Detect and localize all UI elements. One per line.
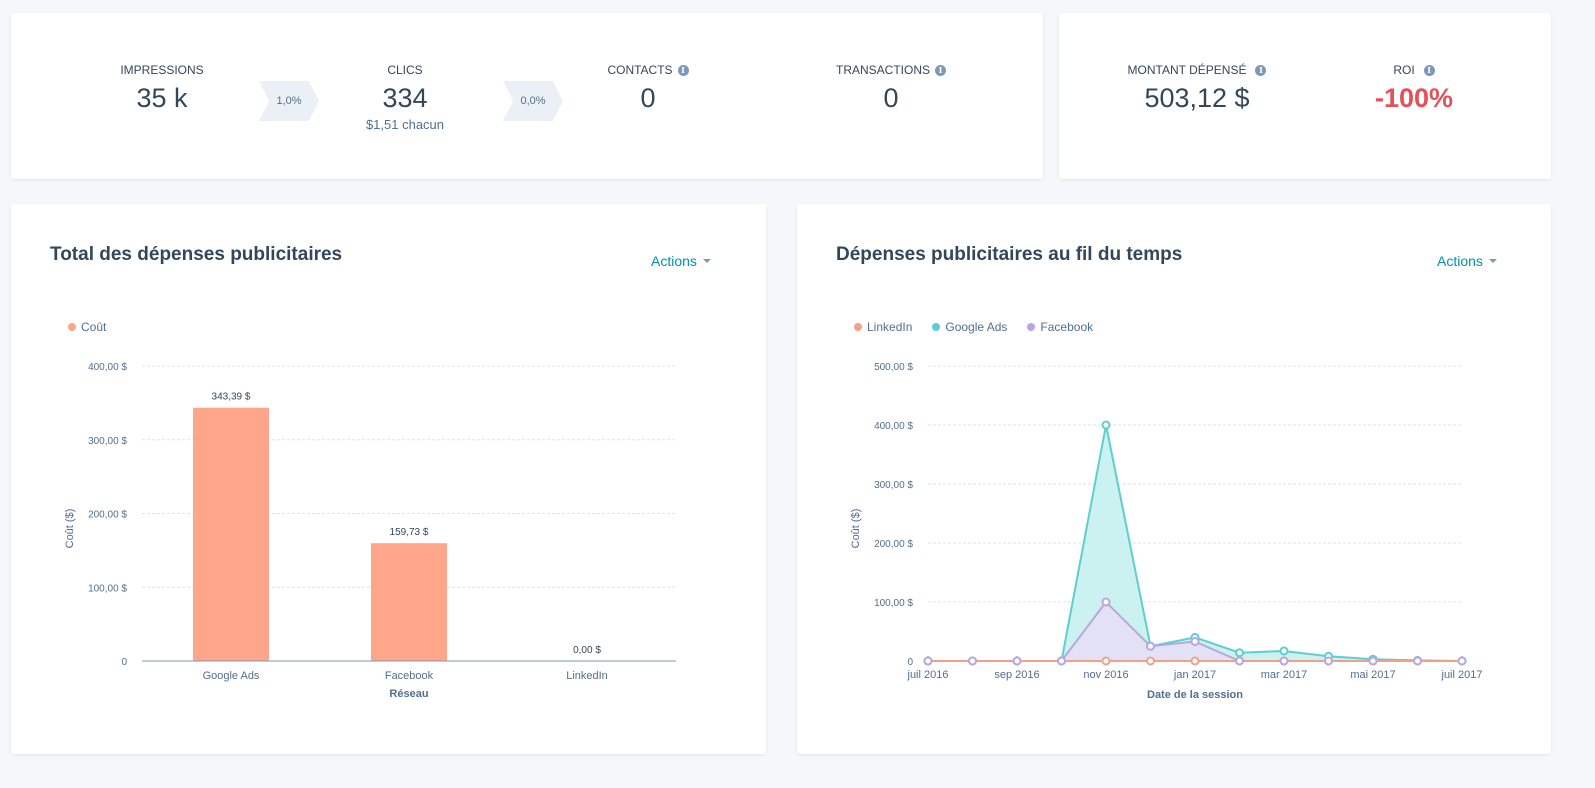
data-point bbox=[923, 656, 933, 666]
y-tick-label: 0 bbox=[121, 657, 127, 668]
y-tick-label: 500,00 $ bbox=[874, 362, 913, 373]
data-point bbox=[1279, 646, 1289, 656]
kpi-funnel-card: IMPRESSIONS 35 k 1,0% CLICS 334 $1,51 ch… bbox=[11, 13, 1043, 179]
x-tick-label: jan 2017 bbox=[1173, 669, 1216, 681]
data-point bbox=[1324, 656, 1333, 666]
bar-chart-card: Total des dépenses publicitaires Actions… bbox=[11, 204, 766, 754]
data-point bbox=[1101, 656, 1111, 666]
y-axis-title: Coût ($) bbox=[850, 509, 862, 549]
kpi-spent: MONTANT DÉPENSÉ i 503,12 $ bbox=[1097, 61, 1297, 113]
info-icon[interactable]: i bbox=[935, 64, 946, 76]
data-point bbox=[1146, 656, 1155, 666]
y-tick-label: 100,00 $ bbox=[874, 598, 913, 609]
conversion-rate-label: 1,0% bbox=[276, 95, 302, 107]
data-point bbox=[1235, 656, 1244, 666]
conversion-rate-label: 0,0% bbox=[520, 95, 546, 107]
bar-data-label: 0,00 $ bbox=[573, 645, 601, 656]
y-tick-label: 300,00 $ bbox=[88, 436, 127, 447]
kpi-spent-label-wrap: MONTANT DÉPENSÉ i bbox=[1128, 63, 1267, 77]
y-tick-label: 200,00 $ bbox=[88, 510, 127, 521]
x-axis-title: Date de la session bbox=[1147, 689, 1243, 701]
x-tick-label: Facebook bbox=[385, 670, 434, 682]
kpi-transactions-label-wrap: TRANSACTIONS i bbox=[836, 63, 946, 77]
area-chart: 0 100,00 $ 200,00 $ 300,00 $ 400,00 $ 500,00 … bbox=[850, 362, 1483, 701]
kpi-contacts: CONTACTS i 0 bbox=[548, 61, 748, 113]
data-point bbox=[1368, 656, 1378, 666]
x-axis-title: Réseau bbox=[389, 688, 428, 700]
bar bbox=[371, 543, 447, 661]
data-point bbox=[1190, 637, 1200, 647]
data-point bbox=[1146, 641, 1155, 651]
info-icon[interactable]: i bbox=[1255, 64, 1267, 76]
data-point bbox=[1235, 648, 1244, 658]
kpi-roi-label-wrap: ROI i bbox=[1393, 63, 1435, 77]
bar bbox=[193, 407, 269, 661]
kpi-roi-label: ROI bbox=[1393, 63, 1415, 77]
info-icon[interactable]: i bbox=[677, 64, 689, 76]
x-tick-label: sep 2016 bbox=[994, 669, 1039, 681]
x-tick-label: juil 2016 bbox=[907, 669, 949, 681]
kpi-clics: CLICS 334 $1,51 chacun bbox=[305, 61, 505, 132]
area-facebook bbox=[928, 602, 1462, 661]
bar-data-label: 159,73 $ bbox=[390, 527, 429, 538]
data-point bbox=[968, 656, 977, 666]
kpi-contacts-label: CONTACTS bbox=[607, 63, 673, 77]
data-point bbox=[1279, 656, 1289, 666]
kpi-transactions-value: 0 bbox=[883, 83, 899, 113]
kpi-clics-label: CLICS bbox=[387, 63, 423, 77]
x-tick-label: mar 2017 bbox=[1261, 669, 1307, 681]
data-point bbox=[1413, 656, 1422, 666]
data-point bbox=[1101, 420, 1111, 430]
data-point bbox=[1190, 656, 1200, 666]
x-tick-label: LinkedIn bbox=[566, 670, 608, 682]
kpi-spent-label: MONTANT DÉPENSÉ bbox=[1127, 63, 1247, 77]
kpi-contacts-value: 0 bbox=[640, 83, 656, 113]
kpi-transactions: TRANSACTIONS i 0 bbox=[791, 61, 991, 113]
y-tick-label: 100,00 $ bbox=[88, 583, 127, 594]
y-tick-label: 0 bbox=[907, 657, 913, 668]
y-tick-label: 400,00 $ bbox=[88, 362, 127, 373]
data-point bbox=[1457, 656, 1467, 666]
kpi-transactions-label: TRANSACTIONS bbox=[835, 63, 930, 77]
kpi-roi: ROI i -100% bbox=[1314, 61, 1514, 113]
bar-data-label: 343,39 $ bbox=[212, 392, 251, 403]
kpi-impressions-value: 35 k bbox=[136, 83, 188, 113]
kpi-clics-cost-per: $1,51 chacun bbox=[365, 117, 445, 132]
kpi-impressions: IMPRESSIONS 35 k bbox=[62, 61, 262, 113]
bar-chart: 0 100,00 $ 200,00 $ 300,00 $ 400,00 $ 343,39 … bbox=[64, 362, 676, 700]
y-tick-label: 200,00 $ bbox=[874, 539, 913, 550]
kpi-contacts-label-wrap: CONTACTS i bbox=[607, 63, 689, 77]
kpi-clics-value: 334 bbox=[382, 83, 428, 113]
x-tick-label: nov 2016 bbox=[1083, 669, 1128, 681]
info-icon[interactable]: i bbox=[1423, 64, 1435, 76]
kpi-spend-card: MONTANT DÉPENSÉ i 503,12 $ ROI i -100% bbox=[1059, 13, 1551, 179]
data-point bbox=[1101, 597, 1111, 607]
kpi-roi-value: -100% bbox=[1374, 83, 1454, 113]
x-tick-label: Google Ads bbox=[203, 670, 260, 682]
x-tick-label: juil 2017 bbox=[1441, 669, 1483, 681]
line-chart-card: Dépenses publicitaires au fil du temps A… bbox=[797, 204, 1551, 754]
kpi-spent-value: 503,12 $ bbox=[1144, 83, 1250, 113]
data-point bbox=[1057, 656, 1066, 666]
y-tick-label: 300,00 $ bbox=[874, 480, 913, 491]
y-axis-title: Coût ($) bbox=[64, 509, 76, 549]
y-tick-label: 400,00 $ bbox=[874, 421, 913, 432]
data-point bbox=[1012, 656, 1022, 666]
x-tick-label: mai 2017 bbox=[1350, 669, 1395, 681]
kpi-impressions-label: IMPRESSIONS bbox=[120, 63, 204, 77]
